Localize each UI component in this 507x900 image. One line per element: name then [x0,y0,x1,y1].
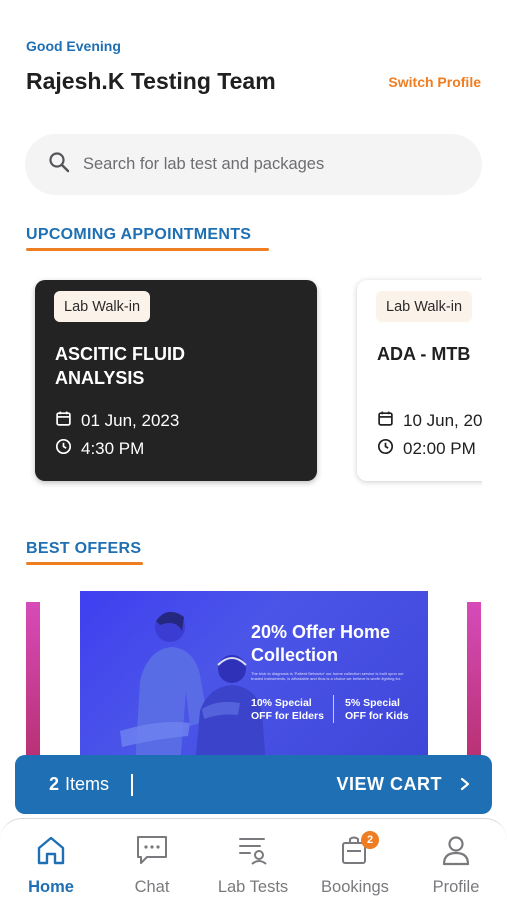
clock-icon [55,438,81,460]
offer-divider [333,695,334,723]
cart-item-count: 2 [49,774,60,794]
appointment-date: 01 Jun, 2023 [81,411,180,430]
home-icon [34,833,68,872]
tab-home-label: Home [28,878,74,896]
appointment-time: 02:00 PM [403,439,476,458]
best-offers-title: BEST OFFERS [26,540,142,557]
offer-banner-peek-left[interactable] [26,602,40,760]
tab-profile-label: Profile [432,878,480,896]
offer-fine-print: The trick to diagnosis is 'Patient Behav… [251,671,404,681]
profile-icon [439,833,473,872]
view-cart-button[interactable]: VIEW CART [337,774,443,795]
user-name: Rajesh.K Testing Team [26,68,276,94]
offers-carousel[interactable]: 20% Offer Home Collection The trick to d… [0,590,507,760]
appointment-title: ADA - MTB [377,344,471,364]
chat-icon [135,833,169,872]
offer-elders: 10% Special OFF for Elders [251,697,324,722]
lab-tests-icon [236,833,270,872]
cart-divider [131,773,133,796]
section-underline [26,562,143,565]
calendar-icon [377,410,403,432]
appointment-date-row: 01 Jun, 2023 [55,410,179,432]
appointment-time-row: 02:00 PM [377,438,476,460]
appointment-type-badge: Lab Walk-in [376,291,473,322]
offer-kids: 5% Special OFF for Kids [345,697,409,722]
offer-headline: 20% Offer Home Collection [251,622,391,665]
offer-banner[interactable]: 20% Offer Home Collection The trick to d… [80,591,428,760]
greeting: Good Evening [26,38,121,54]
bookings-badge: 2 [361,831,379,849]
appointments-carousel[interactable]: Lab Walk-in ASCITIC FLUID ANALYSIS 01 Ju… [26,272,482,492]
switch-profile-link[interactable]: Switch Profile [388,74,481,90]
bottom-tab-bar: Home Chat Lab Tests 2 Bookings Profile [0,818,507,900]
search-bar[interactable]: Search for lab test and packages [25,134,482,195]
section-underline [26,248,269,251]
clock-icon [377,438,403,460]
appointment-date-row: 10 Jun, 2023 [377,410,482,432]
tab-bookings-label: Bookings [321,878,389,896]
appointment-date: 10 Jun, 2023 [403,411,482,430]
search-placeholder: Search for lab test and packages [83,155,325,173]
calendar-icon [55,410,81,432]
tab-profile[interactable]: Profile [411,833,501,897]
tab-chat-label: Chat [134,878,170,896]
tab-home[interactable]: Home [6,833,96,897]
appointment-title: ASCITIC FLUID ANALYSIS [55,344,185,388]
upcoming-appointments-title: UPCOMING APPOINTMENTS [26,226,252,243]
view-cart-bar[interactable]: 2 Items VIEW CART [15,755,492,814]
cart-items-label: Items [65,774,110,794]
tab-lab-tests-label: Lab Tests [217,878,289,896]
appointment-card[interactable]: Lab Walk-in ADA - MTB 10 Jun, 2023 02:00… [357,280,482,481]
appointment-time-row: 4:30 PM [55,438,144,460]
appointment-card[interactable]: Lab Walk-in ASCITIC FLUID ANALYSIS 01 Ju… [35,280,317,481]
tab-bookings[interactable]: 2 Bookings [310,831,400,897]
offer-banner-peek-right[interactable] [467,602,481,760]
tab-lab-tests[interactable]: Lab Tests [208,833,298,897]
search-icon [47,150,71,179]
appointment-time: 4:30 PM [81,439,145,458]
tab-chat[interactable]: Chat [107,833,197,897]
appointment-type-badge: Lab Walk-in [54,291,151,322]
